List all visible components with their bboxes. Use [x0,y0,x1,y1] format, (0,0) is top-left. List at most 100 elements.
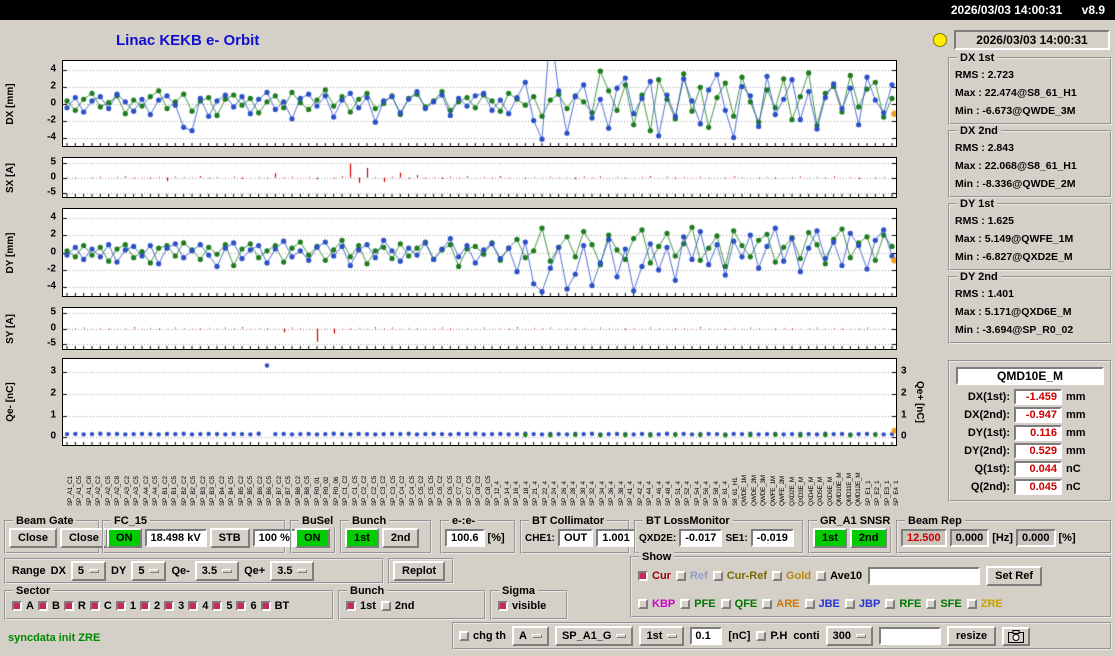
sector-checkbox-c[interactable]: C [89,600,112,612]
chg-th-checkbox[interactable]: chg th [459,630,506,642]
show-checkbox-ref[interactable]: Ref [675,570,708,582]
checkbox-label: 5 [226,600,233,612]
sector-checkbox-4[interactable]: 4 [188,600,208,612]
sector-checkbox-b[interactable]: B [37,600,60,612]
range-qe-plus-select[interactable]: 3.5 [270,561,315,581]
show-row2: KBP PFE QFE ARE JBE JBP RFE SFE ZRE [638,598,1003,610]
bunch-show-checkbox-2nd[interactable]: 2nd [380,600,414,612]
x-axis-label: SP_B6_C5 [266,476,274,506]
set-ref-button[interactable]: Set Ref [986,566,1043,586]
checkbox-indicator [380,601,391,611]
x-axis-labels: SP_A1_C1 SP_A1_C5 SP_A1_C8 SP_A2_C2 SP_A2_C5… [62,449,899,507]
snsr-2nd-button[interactable]: 2nd [849,528,888,548]
plot-sx-y-axis: SX [A] 5 0 -5 [0,156,60,198]
region-checkbox-zre[interactable]: ZRE [966,598,1003,610]
plot-dx: DX [mm] 4 2 0 -2 -4 [0,60,934,147]
rate-select[interactable]: 300 [825,626,873,646]
show-checkbox-gold[interactable]: Gold [772,570,811,582]
region-checkbox-kbp[interactable]: KBP [638,598,675,610]
reference-file-input[interactable] [868,567,981,585]
y-tick-label: 5 [50,306,56,318]
sector-select[interactable]: A [512,626,549,646]
beam-gate-close-button-1[interactable]: Close [9,528,57,548]
range-label: Range [12,565,46,577]
beam-rep-title: Beam Rep [905,515,965,527]
beam-gate-close-button-2[interactable]: Close [59,528,108,548]
y-tick-label: 0 [50,322,56,333]
show-checkbox-cur-ref[interactable]: Cur-Ref [712,570,767,582]
sector-checkbox-6[interactable]: 6 [236,600,257,612]
sector-checkbox-3[interactable]: 3 [164,600,184,612]
bt-collimator-group: BT Collimator CHE1: OUT 1.001 [520,515,636,554]
checkbox-label: Ref [689,570,708,582]
monitor-select[interactable]: SP_A1_G [554,626,634,646]
x-axis-label: QMD12E_M [855,472,863,506]
x-axis-label: SP_E2_1 [874,480,881,506]
fc15-stb-button[interactable]: STB [209,528,250,548]
stat-panel-dx-2nd: DX 2nd RMS : 2.843 Max : 22.068@S8_61_H1 Mi… [948,125,1112,198]
threshold-input[interactable] [690,627,723,645]
misc-input[interactable] [878,627,941,645]
option-menu-icon [855,634,866,638]
y-tick-label: 1 [50,409,56,421]
sector-checkbox-r[interactable]: R [63,600,86,612]
sector-checkbox-2[interactable]: 2 [139,600,161,612]
page-title: Linac KEKB e- Orbit [116,32,260,49]
range-dx-select[interactable]: 5 [70,561,107,581]
snsr-1st-button[interactable]: 1st [813,528,847,548]
region-checkbox-jbp[interactable]: JBP [844,598,880,610]
bunch-show-checkbox-1st[interactable]: 1st [346,600,376,612]
x-axis-label: SP_B8_C2 [294,476,302,506]
monitor-title: QMD10E_M [956,367,1104,385]
checkbox-indicator [37,601,48,611]
sigma-checkbox-visible[interactable]: visible [498,600,546,612]
option-menu-icon [297,569,308,573]
region-checkbox-are[interactable]: ARE [762,598,800,610]
bunch-1st-button[interactable]: 1st [345,528,379,548]
y-tick-label: -4 [47,280,56,292]
region-checkbox-pfe[interactable]: PFE [680,598,716,610]
show-checkbox-ave10[interactable]: Ave10 [816,570,862,582]
fc15-on-button[interactable]: ON [107,528,142,548]
region-checkbox-jbe[interactable]: JBE [804,598,840,610]
x-axis-label: QMD11E_M [845,473,853,506]
ph-label: P.H [770,630,788,642]
bunch-show-title: Bunch [347,585,388,597]
x-axis-label: SP_B5_C2 [237,476,245,506]
sector-checkbox-5[interactable]: 5 [212,600,232,612]
titlebar-version: v8.9 [1081,3,1105,17]
sector-checkbox-a[interactable]: A [12,600,34,612]
region-checkbox-rfe[interactable]: RFE [885,598,921,610]
sector-checkbox-bt[interactable]: BT [260,600,289,612]
busel-on-button[interactable]: ON [295,528,330,548]
ph-checkbox[interactable]: P.H [756,630,787,642]
x-axis-label: SP_C7_C5 [465,475,473,506]
plot-dx-canvas [62,60,897,147]
region-checkbox-sfe[interactable]: SFE [926,598,962,610]
option-menu-icon [667,634,678,638]
range-qe-minus-select[interactable]: 3.5 [194,561,240,581]
bunch-select[interactable]: 1st [639,626,685,646]
stat-line: Max : 22.474@S8_61_H1 [955,87,1077,99]
bunch-2nd-button[interactable]: 2nd [381,528,420,548]
checkbox-label: 6 [250,600,257,612]
sector-checks: A B R C 1 2 3 4 5 6 BT [6,592,332,618]
checkbox-label: B [51,600,60,612]
show-checkbox-cur[interactable]: Cur [638,570,671,582]
stat-line: Min : -6.827@QXD2E_M [955,251,1073,263]
snapshot-button[interactable] [1002,626,1031,646]
y-tick-label: 4 [50,63,56,74]
y-tick-label: -2 [47,263,56,275]
checkbox-label: Ave10 [830,570,863,582]
checkbox-indicator [756,631,767,641]
sector-checkbox-1[interactable]: 1 [115,600,136,612]
checkbox-label: 2 [153,600,161,612]
replot-button[interactable]: Replot [393,561,446,581]
y-tick-label: 0 [50,246,56,257]
region-checkbox-qfe[interactable]: QFE [720,598,757,610]
resize-button[interactable]: resize [946,626,997,646]
range-dy-select[interactable]: 5 [131,561,167,581]
ee-ratio-group: e-:e- 100.6 [%] [440,515,516,554]
monitor-row-value: 0.116 [1014,425,1062,441]
checkbox-label: R [77,600,86,612]
